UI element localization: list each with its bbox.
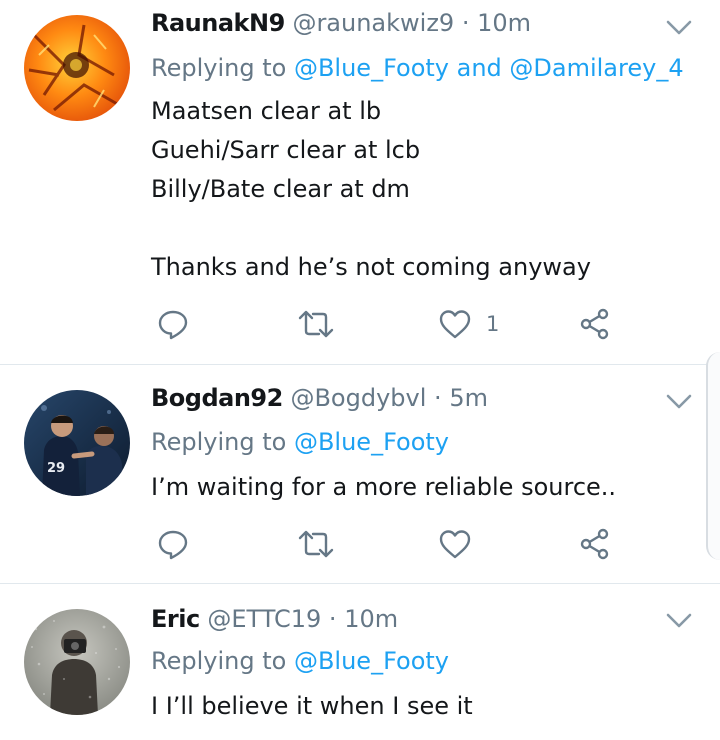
author-handle[interactable]: @raunakwiz9 [292,9,454,37]
scroll-indicator[interactable] [706,352,720,560]
tweet-line: Guehi/Sarr clear at lcb [151,136,421,164]
mention-link[interactable]: @Blue_Footy [294,647,449,675]
tweet-actions [0,522,720,566]
avatar[interactable]: 29 [24,390,130,496]
replying-to: Replying to @Blue_Footy and @Damilarey_4 [151,52,684,84]
reply-icon [158,530,188,560]
tweet-text: I’m waiting for a more reliable source.. [151,468,616,507]
tweet[interactable]: 29 Bogdan92 @Bogdybvl · 5m Replying to @… [0,365,720,583]
tweet-line: I’m waiting for a more reliable source.. [151,473,617,501]
mention-link[interactable]: @Blue_Footy and @Damilarey_4 [294,54,684,82]
replying-to: Replying to @Blue_Footy [151,645,449,677]
like-icon [439,310,471,339]
like-button[interactable]: 1 [438,302,499,346]
reply-icon [158,310,188,340]
retweet-icon [298,530,334,558]
tweet-line: Maatsen clear at lb [151,97,382,125]
replying-prefix: Replying to [151,54,287,82]
svg-text:29: 29 [47,461,65,476]
share-button[interactable] [578,302,612,346]
timestamp[interactable]: 10m [477,9,531,37]
mention-link[interactable]: @Blue_Footy [294,428,449,456]
retweet-icon [298,310,334,338]
chevron-down-icon [666,613,692,628]
share-button[interactable] [578,522,612,566]
tweet-menu-button[interactable] [662,603,696,637]
replying-to: Replying to @Blue_Footy [151,426,449,458]
separator: · [328,605,337,633]
replying-prefix: Replying to [151,647,287,675]
tweet-line: Thanks and he’s not coming anyway [151,253,591,281]
timestamp[interactable]: 10m [344,605,398,633]
timestamp[interactable]: 5m [449,384,488,412]
tweet-line: Billy/Bate clear at dm [151,175,410,203]
retweet-button[interactable] [297,302,335,346]
author-name[interactable]: Eric [151,605,200,633]
author-handle[interactable]: @ETTC19 [207,605,321,633]
separator: · [434,384,442,412]
like-icon [439,530,471,559]
photographer-avatar-icon [24,609,130,715]
share-icon [580,308,609,340]
footballers-avatar-icon: 29 [24,390,130,496]
tweet-line [151,209,591,248]
like-count: 1 [486,312,500,336]
retweet-button[interactable] [297,522,335,566]
tweet-menu-button[interactable] [662,384,696,418]
tweet-text: I I’ll believe it when I see it [151,687,473,726]
author-name[interactable]: RaunakN9 [151,9,285,37]
author-name[interactable]: Bogdan92 [151,384,283,412]
author-handle[interactable]: @Bogdybvl [290,384,426,412]
tweet-line: I I’ll believe it when I see it [151,692,473,720]
tweet[interactable]: Eric @ETTC19 · 10m Replying to @Blue_Foo… [0,584,720,740]
tweet-actions: 1 [0,302,720,346]
chevron-down-icon [666,394,692,409]
chevron-down-icon [666,20,692,35]
tweet-menu-button[interactable] [662,10,696,44]
avatar[interactable] [24,15,130,121]
tweet-text: Maatsen clear at lb Guehi/Sarr clear at … [151,92,591,287]
tweet[interactable]: RaunakN9 @raunakwiz9 · 10m Replying to @… [0,0,720,364]
fire-abstract-avatar-icon [24,15,130,121]
reply-button[interactable] [156,522,190,566]
reply-button[interactable] [156,302,190,346]
avatar[interactable] [24,609,130,715]
separator: · [461,9,470,37]
like-button[interactable] [438,522,472,566]
replying-prefix: Replying to [151,428,287,456]
share-icon [580,528,609,560]
